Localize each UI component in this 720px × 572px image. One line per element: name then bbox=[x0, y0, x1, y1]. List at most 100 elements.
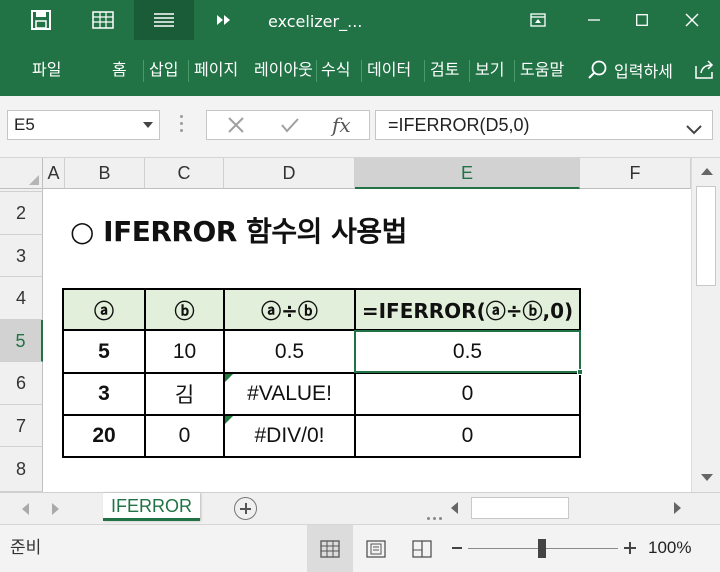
tab-home[interactable]: 홈 bbox=[112, 44, 127, 96]
tab-file[interactable]: 파일 bbox=[32, 44, 61, 96]
tab-layout[interactable]: 레이아웃 bbox=[254, 44, 316, 96]
menu-lines-icon[interactable] bbox=[134, 0, 194, 40]
scroll-up-icon[interactable] bbox=[701, 168, 713, 175]
table-border bbox=[62, 456, 581, 458]
table-border bbox=[223, 288, 225, 458]
formula-actions: fx bbox=[206, 110, 370, 140]
table-border bbox=[144, 288, 146, 458]
table-header-b[interactable]: ⓑ bbox=[145, 289, 224, 330]
table-cell-c7[interactable]: 0 bbox=[145, 415, 224, 457]
cancel-icon[interactable] bbox=[227, 116, 245, 138]
page-break-view-icon[interactable] bbox=[399, 525, 445, 572]
table-header-a[interactable]: ⓐ bbox=[63, 289, 145, 330]
column-header-e[interactable]: E bbox=[355, 158, 580, 189]
excel-window: excelizer_... 파일 홈 삽입 페이지 레이아웃 수식 데이터 검토… bbox=[0, 0, 720, 572]
scroll-down-icon[interactable] bbox=[701, 474, 713, 481]
scroll-right-icon[interactable] bbox=[674, 502, 681, 514]
active-cell-outline bbox=[354, 330, 581, 373]
column-header-a[interactable]: A bbox=[43, 158, 65, 189]
table-header-iferror[interactable]: =IFERROR(ⓐ÷ⓑ,0) bbox=[355, 289, 580, 330]
add-sheet-icon[interactable] bbox=[234, 497, 257, 520]
table-cell-b6[interactable]: 3 bbox=[63, 373, 145, 415]
vertical-scrollbar[interactable] bbox=[691, 158, 720, 492]
table-cell-d5[interactable]: 0.5 bbox=[224, 331, 355, 373]
table-icon[interactable] bbox=[86, 0, 120, 40]
row-header-6[interactable]: 6 bbox=[0, 362, 43, 405]
tab-formulas[interactable]: 수식 bbox=[321, 44, 350, 96]
table-border bbox=[62, 288, 581, 290]
search-icon bbox=[588, 60, 607, 79]
tab-page-layout[interactable]: 페이지 bbox=[194, 44, 238, 96]
sheet-tab-bar: IFERROR bbox=[0, 492, 720, 524]
column-header-c[interactable]: C bbox=[145, 158, 224, 189]
tab-splitter-icon[interactable] bbox=[427, 505, 445, 524]
expand-formula-icon[interactable] bbox=[686, 120, 702, 139]
normal-view-icon[interactable] bbox=[307, 525, 353, 572]
tab-insert[interactable]: 삽입 bbox=[149, 44, 178, 96]
drag-handle-icon[interactable] bbox=[180, 115, 183, 135]
table-border bbox=[62, 414, 581, 416]
chevron-down-icon[interactable] bbox=[143, 122, 153, 128]
table-cell-d7[interactable]: #DIV/0! bbox=[224, 415, 355, 457]
table-cell-c5[interactable]: 10 bbox=[145, 331, 224, 373]
zoom-out-icon[interactable] bbox=[452, 547, 462, 549]
row-header-4[interactable]: 4 bbox=[0, 277, 43, 320]
table-border bbox=[62, 288, 64, 458]
table-cell-c6[interactable]: 김 bbox=[145, 373, 224, 415]
close-icon[interactable] bbox=[668, 0, 716, 40]
ribbon-tabs: 파일 홈 삽입 페이지 레이아웃 수식 데이터 검토 보기 도움말 입력하세 bbox=[0, 44, 720, 96]
column-header-f[interactable]: F bbox=[580, 158, 691, 189]
name-box-value: E5 bbox=[14, 115, 35, 134]
row-header-2[interactable]: 2 bbox=[0, 192, 43, 235]
error-indicator-icon[interactable] bbox=[225, 416, 233, 424]
next-sheet-icon[interactable] bbox=[52, 503, 59, 515]
restore-ribbon-icon[interactable] bbox=[514, 0, 562, 40]
sheet-tab-iferror[interactable]: IFERROR bbox=[103, 493, 200, 521]
sheet-heading: ○ IFERROR 함수의 사용법 bbox=[70, 215, 407, 248]
table-border bbox=[354, 288, 356, 458]
table-cell-b5[interactable]: 5 bbox=[63, 331, 145, 373]
window-title: excelizer_... bbox=[268, 12, 363, 31]
error-indicator-icon[interactable] bbox=[225, 374, 233, 382]
table-header-ratio[interactable]: ⓐ÷ⓑ bbox=[224, 289, 355, 330]
table-cell-e7[interactable]: 0 bbox=[355, 415, 580, 457]
vertical-scroll-thumb[interactable] bbox=[696, 186, 716, 286]
zoom-slider-thumb[interactable] bbox=[538, 539, 546, 558]
tab-help[interactable]: 도움말 bbox=[520, 44, 564, 96]
horizontal-scroll-thumb[interactable] bbox=[471, 497, 569, 519]
prev-sheet-icon[interactable] bbox=[22, 503, 29, 515]
table-cell-b7[interactable]: 20 bbox=[63, 415, 145, 457]
tab-review[interactable]: 검토 bbox=[430, 44, 459, 96]
row-header-3[interactable]: 3 bbox=[0, 235, 43, 277]
table-cell-e6[interactable]: 0 bbox=[355, 373, 580, 415]
page-layout-view-icon[interactable] bbox=[353, 525, 399, 572]
check-icon[interactable] bbox=[280, 116, 300, 138]
tell-me-search[interactable]: 입력하세 bbox=[588, 44, 673, 96]
zoom-in-icon[interactable] bbox=[624, 541, 636, 555]
tab-data[interactable]: 데이터 bbox=[367, 44, 411, 96]
formula-input[interactable]: =IFERROR(D5,0) bbox=[375, 110, 713, 140]
formula-text: =IFERROR(D5,0) bbox=[388, 115, 530, 135]
column-header-b[interactable]: B bbox=[65, 158, 145, 189]
row-header-8[interactable]: 8 bbox=[0, 447, 43, 492]
scroll-left-icon[interactable] bbox=[451, 502, 458, 514]
maximize-icon[interactable] bbox=[618, 0, 666, 40]
fill-handle[interactable] bbox=[577, 369, 583, 375]
save-icon[interactable] bbox=[24, 0, 58, 40]
share-icon[interactable] bbox=[694, 58, 716, 84]
row-header-7[interactable]: 7 bbox=[0, 405, 43, 447]
tab-view[interactable]: 보기 bbox=[475, 44, 504, 96]
insert-function-button[interactable]: fx bbox=[332, 111, 351, 139]
row-header-5[interactable]: 5 bbox=[0, 320, 43, 362]
search-label: 입력하세 bbox=[614, 62, 673, 81]
minimize-icon[interactable] bbox=[570, 0, 618, 40]
column-header-d[interactable]: D bbox=[224, 158, 355, 189]
horizontal-scrollbar[interactable] bbox=[445, 496, 693, 520]
table-cell-d6[interactable]: #VALUE! bbox=[224, 373, 355, 415]
formula-bar: E5 fx =IFERROR(D5,0) bbox=[0, 96, 720, 158]
more-icon[interactable] bbox=[210, 0, 238, 40]
select-all-button[interactable] bbox=[0, 158, 43, 189]
name-box[interactable]: E5 bbox=[7, 110, 160, 140]
zoom-level[interactable]: 100% bbox=[648, 525, 691, 571]
worksheet-grid[interactable]: A B C D E F 2 3 4 5 6 7 8 ○ IFERROR 함수의 … bbox=[0, 158, 720, 492]
